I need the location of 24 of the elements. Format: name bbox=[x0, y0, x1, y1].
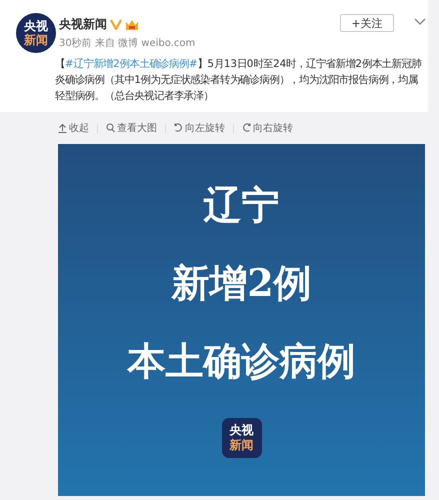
hashtag-link[interactable]: #辽宁新增2例本土确诊病例# bbox=[64, 58, 198, 70]
post-text: 【#辽宁新增2例本土确诊病例#】5月13日0时至24时，辽宁省新增2例本土新冠肺炎确诊病例（其中1例为无症状感染者转为确诊病例），均为沈阳市报告病例，均属轻型病例。（总台央视记者李承泽） bbox=[55, 57, 422, 104]
image-logo: 央视 新闻 bbox=[222, 418, 262, 458]
source-label: 来自 bbox=[94, 38, 115, 49]
image-headline: 本土确诊病例 bbox=[128, 337, 356, 385]
image-headline: 新增2例 bbox=[171, 259, 312, 307]
search-icon bbox=[106, 123, 115, 133]
rotate-left-button[interactable]: 向左旋转 bbox=[174, 121, 225, 135]
rotate-right-icon bbox=[242, 123, 251, 133]
rotate-left-icon bbox=[174, 123, 183, 133]
post-time: 30秒前 bbox=[59, 38, 92, 49]
zoom-button[interactable]: 查看大图 bbox=[106, 121, 157, 135]
chevron-down-icon[interactable] bbox=[414, 18, 426, 26]
avatar-logo[interactable]: 央视 新闻 bbox=[16, 13, 56, 53]
image-headline: 辽宁 bbox=[204, 181, 280, 229]
source-link[interactable]: 微博 weibo.com bbox=[118, 38, 196, 49]
collapse-button[interactable]: 收起 bbox=[58, 121, 89, 135]
post-image[interactable]: 辽宁 新增2例 本土确诊病例 央视 新闻 bbox=[58, 144, 425, 496]
rotate-right-button[interactable]: 向右旋转 bbox=[242, 121, 293, 135]
upload-arrow-icon bbox=[58, 123, 67, 133]
author-name[interactable]: 央视新闻 bbox=[59, 16, 107, 33]
follow-button[interactable]: +关注 bbox=[340, 14, 394, 32]
crown-icon bbox=[125, 18, 139, 31]
verified-icon bbox=[110, 19, 122, 30]
